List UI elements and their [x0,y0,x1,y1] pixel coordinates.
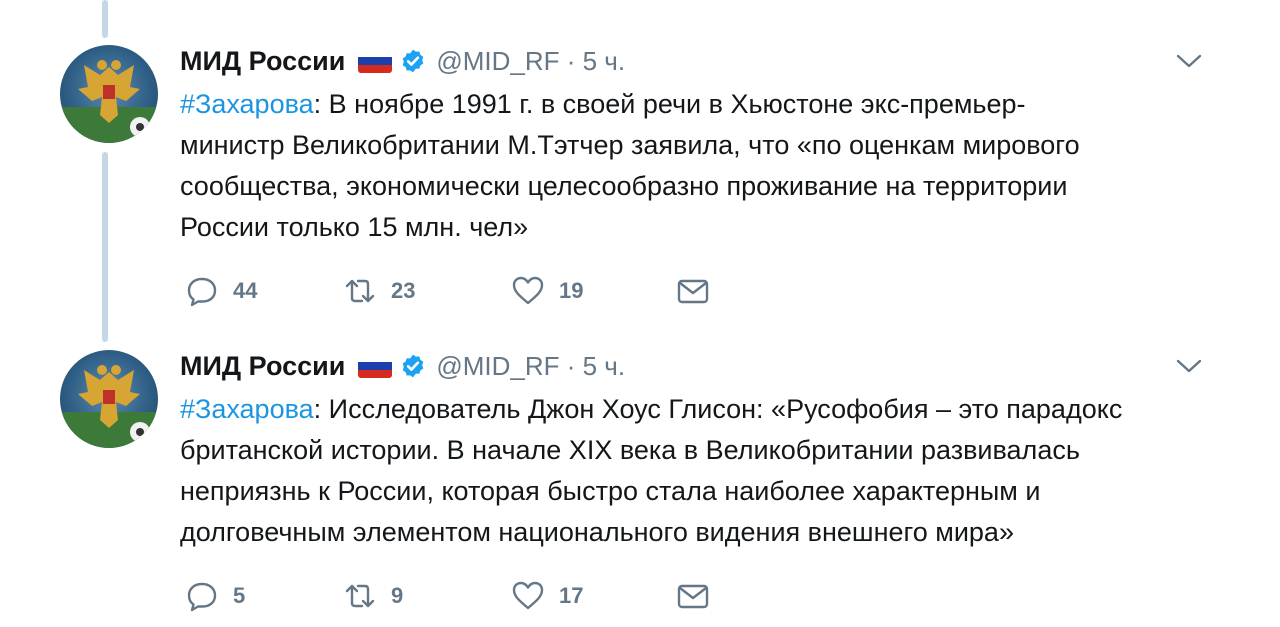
avatar[interactable] [60,350,158,448]
tweet[interactable]: МИД России @MID_RF · 5 ч. #Захарова: Исс… [0,330,1280,627]
retweet-count: 9 [391,583,404,608]
direct-message-button[interactable] [676,576,710,616]
russia-flag-icon [358,354,393,378]
retweet-icon [345,584,375,608]
tweet-text: #Захарова: Исследователь Джон Хоус Глисо… [180,389,1240,553]
like-button[interactable]: 17 [511,576,583,616]
author-handle[interactable]: @MID_RF [436,351,559,382]
timestamp[interactable]: 5 ч. [583,351,625,382]
retweet-button[interactable]: 23 [343,271,415,311]
author-handle[interactable]: @MID_RF [436,46,559,77]
verified-badge-icon [403,354,424,378]
like-button[interactable]: 19 [511,271,583,311]
tweet-text-line: России только 15 млн. чел» [180,212,529,242]
coat-of-arms-icon [60,365,158,448]
reply-icon [187,277,217,307]
heart-icon [512,276,544,305]
tweet-text-line: сообщества, экономически целесообразно п… [180,171,1068,201]
hashtag-link[interactable]: #Захарова [180,89,314,119]
tweet[interactable]: МИД России @MID_RF · 5 ч. #Захарова: В н… [0,0,1280,320]
time-separator: · [559,350,583,381]
reply-count: 5 [233,583,246,608]
tweet-header: МИД России @MID_RF · 5 ч. [180,346,625,386]
like-count: 19 [559,278,584,303]
direct-message-icon [677,584,709,609]
tweet-text-line: британской истории. В начале XIX века в … [180,435,1080,465]
tweet-text: #Захарова: В ноябре 1991 г. в своей речи… [180,84,1240,248]
retweet-icon [345,279,375,303]
tweet-text-line: неприязнь к России, которая быстро стала… [180,476,1041,506]
timestamp[interactable]: 5 ч. [583,46,625,77]
chevron-down-icon[interactable] [1176,358,1202,374]
tweet-text-line: долговечным элементом национального виде… [180,517,1014,547]
like-count: 17 [559,583,584,608]
retweet-button[interactable]: 9 [343,576,403,616]
direct-message-icon [677,279,709,304]
heart-icon [512,581,544,610]
reply-count: 44 [233,278,258,303]
tweet-text-line: #Захарова: Исследователь Джон Хоус Глисо… [180,394,1123,424]
tweet-actions: 5 9 17 [180,576,740,616]
avatar[interactable] [60,45,158,143]
chevron-down-icon[interactable] [1176,53,1202,69]
russia-flag-icon [358,49,393,73]
verified-badge-icon [403,49,424,73]
tweet-text-line: #Захарова: В ноябре 1991 г. в своей речи… [180,89,1026,119]
author-name[interactable]: МИД России [180,351,345,382]
tweet-text-line: министр Великобритании М.Тэтчер заявила,… [180,130,1080,160]
direct-message-button[interactable] [676,271,710,311]
reply-icon [187,582,217,612]
coat-of-arms-icon [60,60,158,143]
tweet-header: МИД России @MID_RF · 5 ч. [180,41,625,81]
reply-button[interactable]: 5 [185,576,245,616]
author-name[interactable]: МИД России [180,46,345,77]
retweet-count: 23 [391,278,416,303]
reply-button[interactable]: 44 [185,271,257,311]
tweet-actions: 44 23 19 [180,271,740,311]
time-separator: · [559,45,583,76]
hashtag-link[interactable]: #Захарова [180,394,314,424]
